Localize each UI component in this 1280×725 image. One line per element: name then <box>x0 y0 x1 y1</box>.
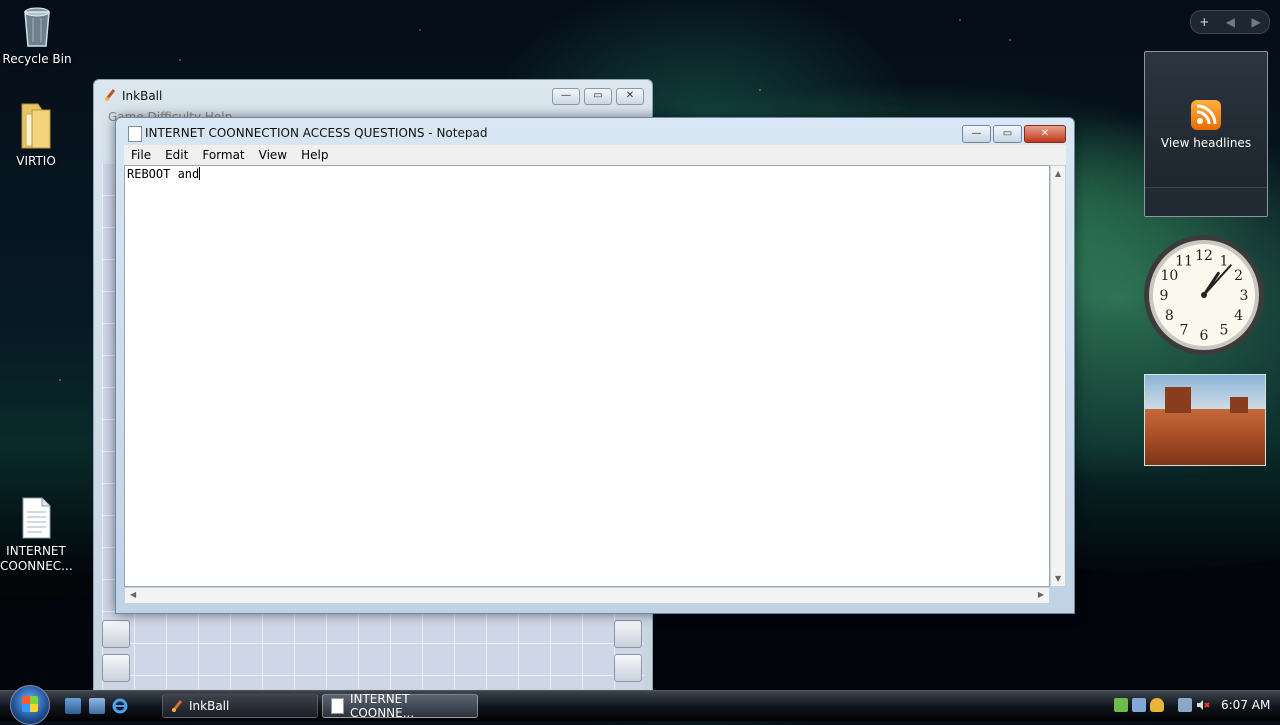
system-clock[interactable]: 6:07 AM <box>1221 698 1270 712</box>
feed-headlines-gadget[interactable]: View headlines <box>1144 51 1268 217</box>
board-wall-tile <box>614 654 642 682</box>
inkball-title: InkBall <box>122 89 163 103</box>
taskbar-inkball-button[interactable]: InkBall <box>162 694 318 718</box>
menu-file[interactable]: File <box>124 148 158 162</box>
notepad-window[interactable]: INTERNET COONNECTION ACCESS QUESTIONS - … <box>115 117 1075 614</box>
show-desktop-icon[interactable] <box>65 698 81 714</box>
taskbar-notepad-button[interactable]: INTERNET COONNE... <box>322 692 478 720</box>
clock-numeral: 1 <box>1220 253 1229 269</box>
menu-edit[interactable]: Edit <box>158 148 195 162</box>
clock-numeral: 9 <box>1160 288 1169 304</box>
notepad-window-controls: — ▭ ✕ <box>962 125 1066 143</box>
desktop-icon-label: Recycle Bin <box>2 52 72 66</box>
horizontal-scrollbar[interactable]: ◀ ▶ <box>124 587 1050 604</box>
photo-mesa <box>1230 397 1248 413</box>
photo-mesa <box>1165 387 1191 413</box>
notepad-icon <box>331 698 344 714</box>
inkball-minimize-button[interactable]: — <box>552 88 580 105</box>
tray-app-icon[interactable] <box>1132 698 1146 712</box>
clock-numeral: 11 <box>1175 253 1193 269</box>
sidebar-controls: + ◀ ▶ <box>1190 10 1270 34</box>
desktop-icon-virtio[interactable]: VIRTIO <box>0 100 72 169</box>
taskbar-button-label: INTERNET COONNE... <box>349 692 415 720</box>
menu-help[interactable]: Help <box>294 148 335 162</box>
switch-windows-icon[interactable] <box>89 698 105 714</box>
inkball-icon <box>104 88 116 102</box>
add-gadget-button[interactable]: + <box>1199 15 1209 29</box>
clock-numeral: 2 <box>1234 268 1243 284</box>
view-headlines-link[interactable]: View headlines <box>1145 136 1267 150</box>
clock-numeral: 12 <box>1195 248 1213 264</box>
recycle-bin-icon <box>21 4 53 48</box>
clock-numeral: 3 <box>1240 288 1249 304</box>
scroll-right-arrow[interactable]: ▶ <box>1038 590 1044 599</box>
start-button[interactable] <box>10 685 50 725</box>
scroll-down-arrow[interactable]: ▼ <box>1055 574 1061 583</box>
network-status-icon[interactable] <box>1114 698 1128 712</box>
desktop-icon-recycle-bin[interactable]: Recycle Bin <box>1 4 73 67</box>
notepad-text: REBOOT and <box>127 167 200 181</box>
volume-muted-icon[interactable] <box>1196 698 1210 712</box>
text-document-icon <box>20 496 52 540</box>
taskbar: InkBall INTERNET COONNE... 6:07 AM <box>0 685 1280 725</box>
next-gadget-button[interactable]: ▶ <box>1252 15 1261 29</box>
notepad-content: REBOOT and <box>127 167 201 181</box>
notepad-menu-bar: File Edit Format View Help <box>124 145 1066 165</box>
inkball-close-button[interactable]: ✕ <box>616 88 644 105</box>
menu-format[interactable]: Format <box>195 148 251 162</box>
vertical-scrollbar[interactable]: ▲ ▼ <box>1050 165 1066 587</box>
notepad-minimize-button[interactable]: — <box>962 125 991 143</box>
notepad-text-area[interactable]: REBOOT and <box>124 165 1050 587</box>
folder-icon <box>18 100 54 150</box>
notepad-maximize-button[interactable]: ▭ <box>993 125 1022 143</box>
windows-logo-icon <box>22 696 38 712</box>
desktop-icon-label: INTERNET COONNEC... <box>0 544 73 573</box>
taskbar-button-label: InkBall <box>189 699 230 713</box>
network-connection-icon[interactable] <box>1178 698 1192 712</box>
clock-numeral: 5 <box>1220 323 1229 339</box>
previous-gadget-button[interactable]: ◀ <box>1226 15 1235 29</box>
board-wall-tile <box>102 654 130 682</box>
clock-gadget[interactable]: 12 1 2 3 4 5 6 7 8 9 10 11 <box>1142 233 1266 357</box>
clock-numeral: 8 <box>1165 308 1174 324</box>
rss-icon <box>1191 100 1221 130</box>
feed-gadget-footer <box>1145 187 1267 216</box>
scroll-up-arrow[interactable]: ▲ <box>1055 169 1061 178</box>
inkball-maximize-button[interactable]: ▭ <box>584 88 612 105</box>
internet-explorer-icon[interactable] <box>112 698 128 714</box>
notepad-close-button[interactable]: ✕ <box>1024 125 1066 143</box>
security-shield-icon[interactable] <box>1150 698 1164 712</box>
clock-numeral: 10 <box>1160 268 1178 284</box>
notepad-icon <box>128 126 142 142</box>
menu-view[interactable]: View <box>252 148 294 162</box>
inkball-icon <box>171 699 183 713</box>
inkball-window-controls: — ▭ ✕ <box>552 88 644 105</box>
scroll-left-arrow[interactable]: ◀ <box>130 590 136 599</box>
clock-numeral: 4 <box>1234 308 1243 324</box>
clock-numeral: 7 <box>1180 323 1189 339</box>
board-wall-tile <box>614 620 642 648</box>
clock-numeral: 6 <box>1200 328 1209 344</box>
slideshow-gadget[interactable] <box>1144 374 1266 466</box>
board-wall-tile <box>102 620 130 648</box>
text-caret <box>199 167 201 180</box>
notepad-title: INTERNET COONNECTION ACCESS QUESTIONS - … <box>145 126 488 140</box>
desktop-icon-internet-file[interactable]: INTERNET COONNEC... <box>0 496 73 574</box>
analog-clock: 12 12 3 45678 9 1011 <box>1144 235 1264 355</box>
desktop-icon-label: VIRTIO <box>16 154 56 168</box>
